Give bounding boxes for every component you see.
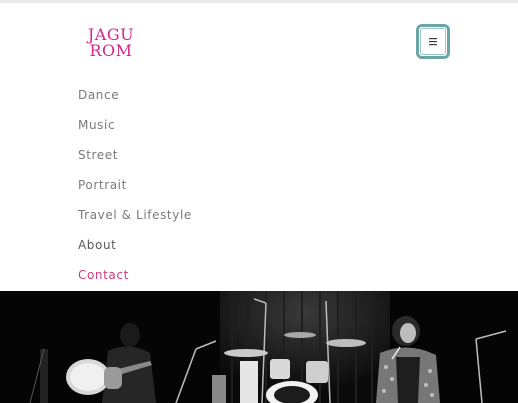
nav-link-travel-lifestyle[interactable]: Travel & Lifestyle — [78, 208, 192, 222]
nav-link-contact[interactable]: Contact — [78, 268, 129, 282]
nav-item-street: Street — [78, 140, 192, 170]
hero-image — [0, 291, 518, 403]
menu-toggle-button[interactable] — [416, 24, 450, 59]
nav-link-portrait[interactable]: Portrait — [78, 178, 127, 192]
nav-item-music: Music — [78, 110, 192, 140]
nav-item-portrait: Portrait — [78, 170, 192, 200]
page: JAGU ROM Dance Music Street Portrait Tra… — [0, 0, 518, 403]
site-logo[interactable]: JAGU ROM — [86, 27, 136, 59]
nav-link-music[interactable]: Music — [78, 118, 115, 132]
nav-link-about[interactable]: About — [78, 238, 116, 252]
logo-line-2: ROM — [89, 41, 133, 60]
hamburger-menu-icon — [429, 38, 437, 46]
nav-link-street[interactable]: Street — [78, 148, 118, 162]
nav-link-dance[interactable]: Dance — [78, 88, 119, 102]
main-navigation: Dance Music Street Portrait Travel & Lif… — [78, 80, 192, 290]
nav-item-about: About — [78, 230, 192, 260]
concert-photo — [0, 291, 518, 403]
menu-toggle-inner — [420, 28, 446, 55]
nav-item-dance: Dance — [78, 80, 192, 110]
nav-item-contact: Contact — [78, 260, 192, 290]
nav-item-travel-lifestyle: Travel & Lifestyle — [78, 200, 192, 230]
top-divider — [0, 0, 518, 3]
